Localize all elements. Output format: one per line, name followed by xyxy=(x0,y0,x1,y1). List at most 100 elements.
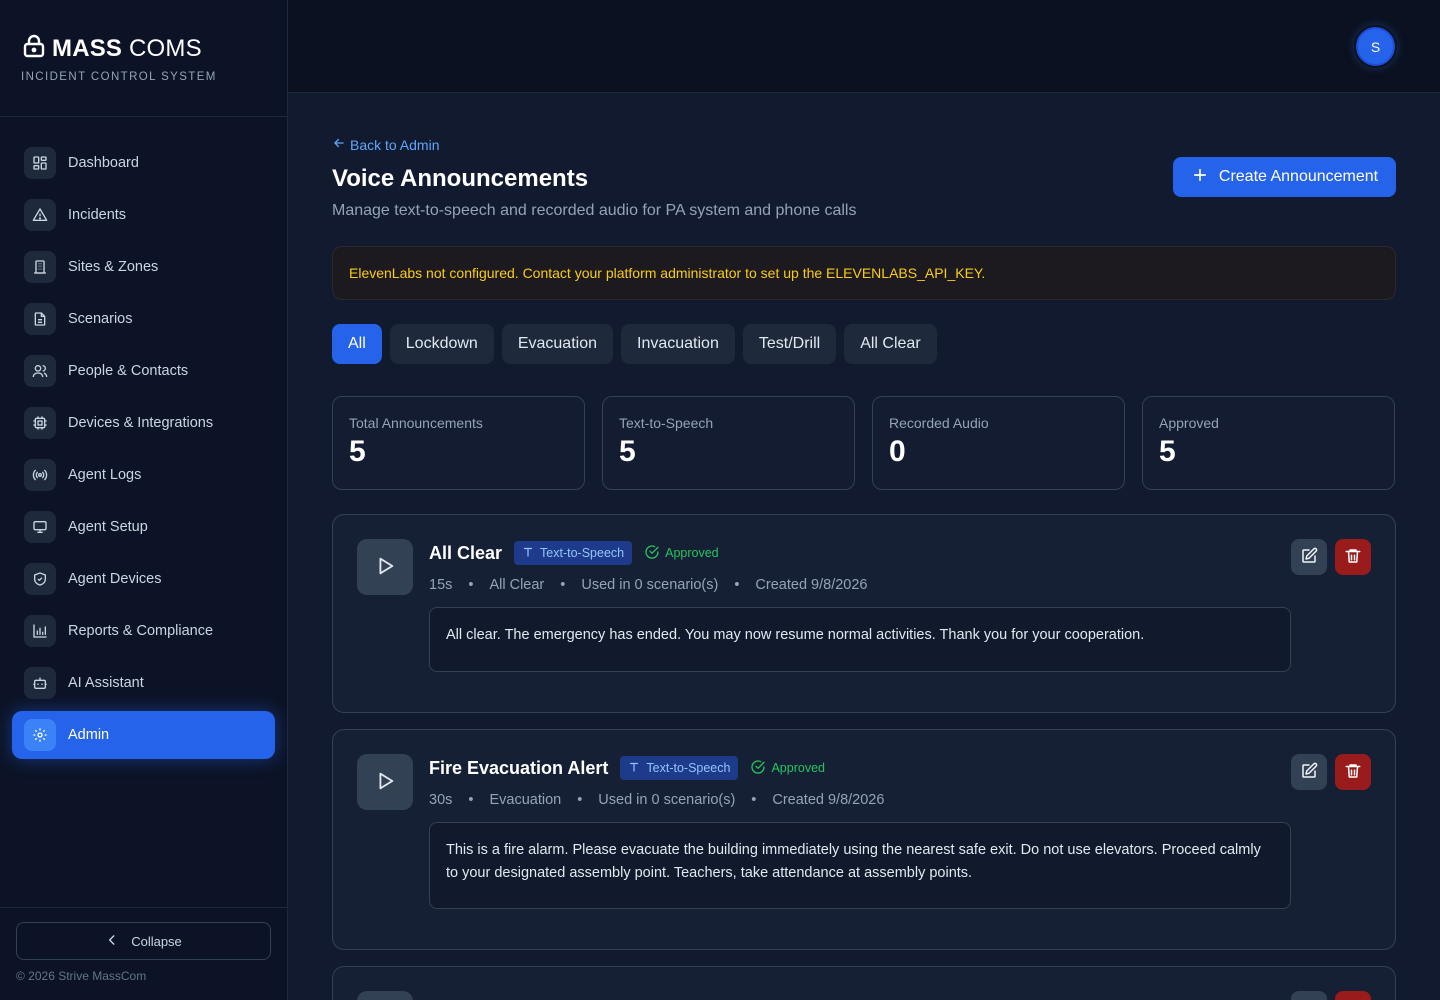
announcement-card-partial xyxy=(332,966,1396,1000)
back-link-label: Back to Admin xyxy=(350,136,440,153)
separator-dot: • xyxy=(734,577,740,593)
brand-subtitle: INCIDENT CONTROL SYSTEM xyxy=(21,71,217,83)
page-title: Voice Announcements xyxy=(332,165,589,192)
edit-button[interactable] xyxy=(1291,539,1327,575)
duration: 15s xyxy=(429,577,453,593)
status-badge: Approved xyxy=(750,759,825,778)
main-content: Back to Admin Voice Announcements Manage… xyxy=(288,93,1440,1000)
brand-name: MASS COMS xyxy=(52,34,202,62)
edit-button[interactable] xyxy=(1291,754,1327,790)
sidebar: MASS COMS INCIDENT CONTROL SYSTEM Dashbo… xyxy=(0,0,288,1000)
plus-icon xyxy=(1191,166,1209,189)
cpu-icon xyxy=(24,407,56,439)
sidebar-item-agent-logs[interactable]: Agent Logs xyxy=(12,451,275,499)
category: Evacuation xyxy=(489,792,562,808)
sidebar-item-devices-integrations[interactable]: Devices & Integrations xyxy=(12,399,275,447)
stat-card-total: Total Announcements 5 xyxy=(332,396,585,490)
duration: 30s xyxy=(429,792,453,808)
stat-card-approved: Approved 5 xyxy=(1142,396,1395,490)
filter-tab-invacuation[interactable]: Invacuation xyxy=(621,324,735,364)
sidebar-item-admin[interactable]: Admin xyxy=(12,711,275,759)
stat-label: Approved xyxy=(1159,415,1219,431)
brand-logo[interactable]: MASS COMS xyxy=(22,34,287,63)
lock-icon xyxy=(22,34,46,63)
sidebar-item-reports-compliance[interactable]: Reports & Compliance xyxy=(12,607,275,655)
delete-button[interactable] xyxy=(1335,539,1371,575)
chevron-left-icon xyxy=(105,933,119,950)
filter-tab-lockdown[interactable]: Lockdown xyxy=(389,324,494,364)
announcement-header: All Clear Text-to-Speech Approved xyxy=(429,541,719,565)
gear-icon xyxy=(24,719,56,751)
type-badge-label: Text-to-Speech xyxy=(646,761,731,775)
separator-dot: • xyxy=(560,577,566,593)
sidebar-footer: Collapse © 2026 Strive MassCom xyxy=(0,907,288,1000)
delete-button[interactable] xyxy=(1335,754,1371,790)
sidebar-item-label: Incidents xyxy=(68,207,127,223)
top-bar: S xyxy=(288,0,1440,93)
announcement-meta: 15s • All Clear • Used in 0 scenario(s) … xyxy=(429,577,867,593)
shield-icon xyxy=(24,563,56,595)
stat-value: 5 xyxy=(1159,435,1176,468)
edit-icon xyxy=(1300,547,1318,568)
sidebar-item-agent-devices[interactable]: Agent Devices xyxy=(12,555,275,603)
collapse-label: Collapse xyxy=(131,933,182,949)
sidebar-item-label: Agent Devices xyxy=(68,571,162,587)
stat-value: 5 xyxy=(619,435,636,468)
create-announcement-button[interactable]: Create Announcement xyxy=(1173,157,1396,197)
sidebar-item-label: Admin xyxy=(68,727,110,743)
sidebar-item-scenarios[interactable]: Scenarios xyxy=(12,295,275,343)
separator-dot: • xyxy=(468,792,474,808)
back-to-admin-link[interactable]: Back to Admin xyxy=(332,136,440,153)
usage: Used in 0 scenario(s) xyxy=(598,792,736,808)
separator-dot: • xyxy=(751,792,757,808)
alert-triangle-icon xyxy=(24,199,56,231)
announcement-title: All Clear xyxy=(429,542,503,563)
config-warning-banner: ElevenLabs not configured. Contact your … xyxy=(332,246,1396,300)
announcement-meta: 30s • Evacuation • Used in 0 scenario(s)… xyxy=(429,792,884,808)
status-badge-label: Approved xyxy=(771,761,825,775)
play-button[interactable] xyxy=(357,539,413,595)
filter-tab-all[interactable]: All xyxy=(332,324,382,364)
sidebar-item-label: Dashboard xyxy=(68,155,139,171)
avatar[interactable]: S xyxy=(1356,27,1395,66)
sidebar-item-agent-setup[interactable]: Agent Setup xyxy=(12,503,275,551)
delete-button[interactable] xyxy=(1335,991,1371,1000)
warning-text: ElevenLabs not configured. Contact your … xyxy=(349,265,986,281)
brand: MASS COMS INCIDENT CONTROL SYSTEM xyxy=(0,0,287,117)
stat-label: Text-to-Speech xyxy=(619,415,714,431)
sidebar-nav: Dashboard Incidents Sites & Zones Scenar… xyxy=(12,139,275,763)
grid-icon xyxy=(24,147,56,179)
trash-icon xyxy=(1344,762,1362,783)
category: All Clear xyxy=(489,577,545,593)
sidebar-item-ai-assistant[interactable]: AI Assistant xyxy=(12,659,275,707)
type-icon xyxy=(522,546,534,561)
arrow-left-icon xyxy=(332,136,346,153)
stat-value: 0 xyxy=(889,435,906,468)
collapse-button[interactable]: Collapse xyxy=(16,922,271,960)
filter-tab-all-clear[interactable]: All Clear xyxy=(844,324,937,364)
sidebar-item-incidents[interactable]: Incidents xyxy=(12,191,275,239)
sidebar-item-label: Reports & Compliance xyxy=(68,623,214,639)
filter-tab-test-drill[interactable]: Test/Drill xyxy=(742,324,837,364)
stat-label: Total Announcements xyxy=(349,415,483,431)
sidebar-item-people-contacts[interactable]: People & Contacts xyxy=(12,347,275,395)
sidebar-item-label: Sites & Zones xyxy=(68,259,159,275)
play-icon xyxy=(374,555,396,580)
sidebar-item-label: Scenarios xyxy=(68,311,133,327)
filter-tab-evacuation[interactable]: Evacuation xyxy=(501,324,613,364)
create-button-label: Create Announcement xyxy=(1218,168,1379,185)
stat-card-recorded: Recorded Audio 0 xyxy=(872,396,1125,490)
copyright: © 2026 Strive MassCom xyxy=(16,969,147,983)
trash-icon xyxy=(1344,547,1362,568)
created-date: Created 9/8/2026 xyxy=(772,792,885,808)
play-button[interactable] xyxy=(357,754,413,810)
announcement-title: Fire Evacuation Alert xyxy=(429,757,609,778)
announcement-header: Fire Evacuation Alert Text-to-Speech App… xyxy=(429,756,825,780)
sidebar-item-sites-zones[interactable]: Sites & Zones xyxy=(12,243,275,291)
sidebar-item-dashboard[interactable]: Dashboard xyxy=(12,139,275,187)
edit-button[interactable] xyxy=(1291,991,1327,1000)
stat-card-tts: Text-to-Speech 5 xyxy=(602,396,855,490)
bar-chart-icon xyxy=(24,615,56,647)
sidebar-item-label: Devices & Integrations xyxy=(68,415,214,431)
play-button[interactable] xyxy=(357,991,413,1000)
